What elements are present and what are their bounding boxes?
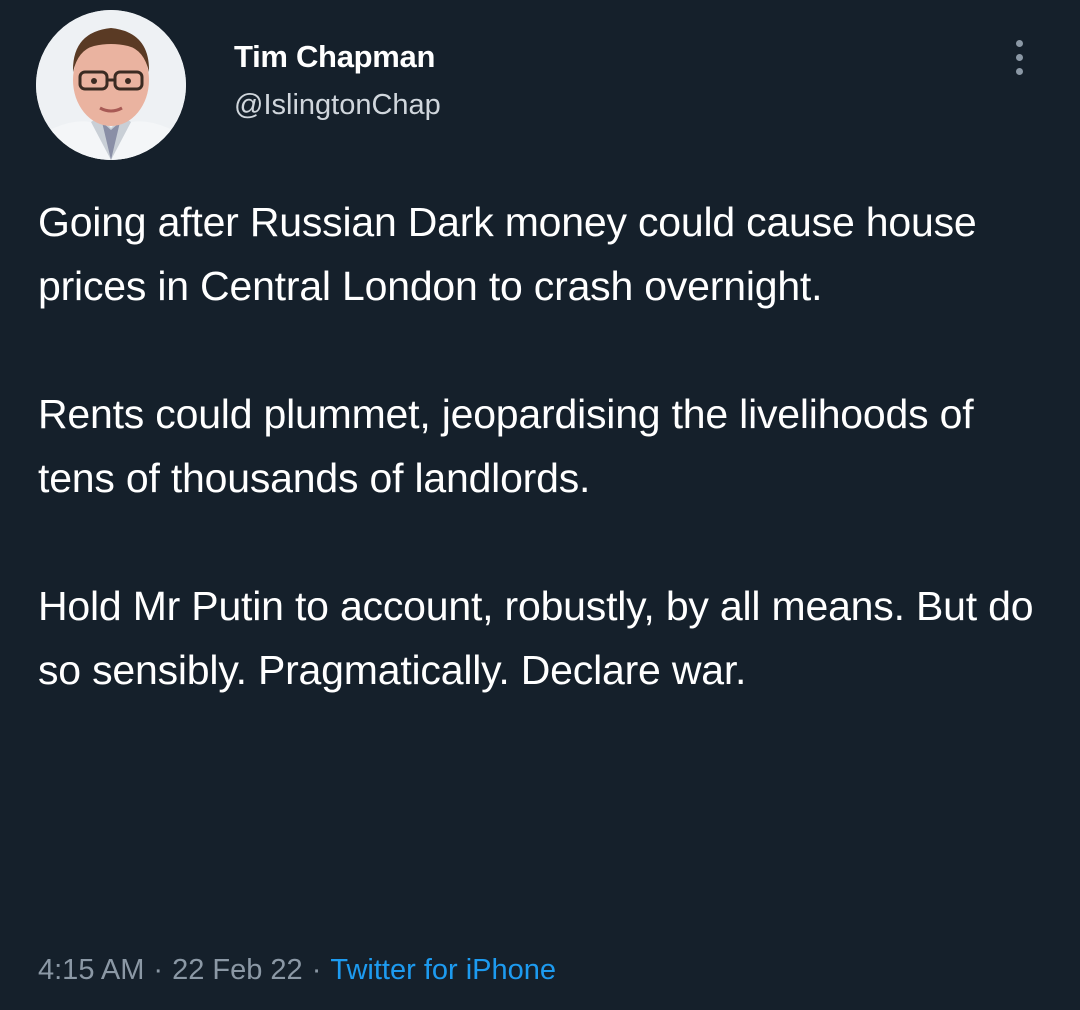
meta-separator: ·: [153, 954, 164, 986]
tweet-metadata: 4:15 AM · 22 Feb 22 · Twitter for iPhone: [38, 948, 556, 992]
tweet-header: Tim Chapman @IslingtonChap: [36, 10, 1046, 160]
tweet-text: Going after Russian Dark money could cau…: [38, 190, 1048, 702]
avatar[interactable]: [36, 10, 186, 160]
more-options-icon[interactable]: [1006, 34, 1034, 82]
tweet-card: Tim Chapman @IslingtonChap Going after R…: [0, 0, 1080, 1010]
author-names: Tim Chapman @IslingtonChap: [234, 38, 441, 123]
author-handle[interactable]: @IslingtonChap: [234, 87, 441, 123]
author-display-name[interactable]: Tim Chapman: [234, 38, 441, 76]
tweet-source-link[interactable]: Twitter for iPhone: [330, 954, 556, 986]
tweet-date[interactable]: 22 Feb 22: [172, 954, 303, 986]
tweet-paragraph: Going after Russian Dark money could cau…: [38, 199, 977, 309]
tweet-paragraph: Rents could plummet, jeopardising the li…: [38, 391, 974, 501]
tweet-paragraph: Hold Mr Putin to account, robustly, by a…: [38, 583, 1034, 693]
tweet-time[interactable]: 4:15 AM: [38, 954, 144, 986]
meta-separator: ·: [311, 954, 322, 986]
avatar-photo-icon: [36, 10, 186, 160]
